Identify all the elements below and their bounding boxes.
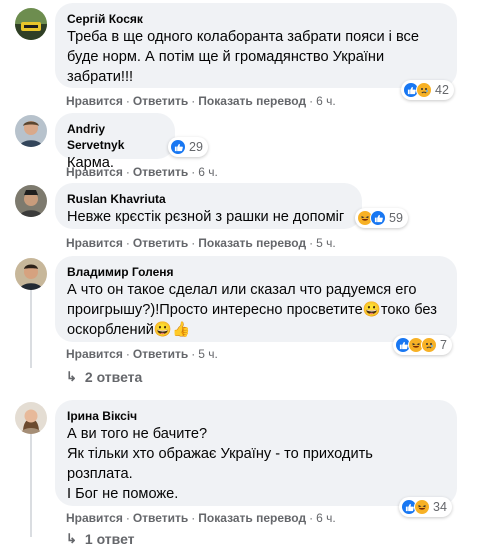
comment-text: Невже крєстік рєзной з рашки не допоміг (67, 209, 345, 225)
comment-bubble: Andriy Servetnyk Карма. (55, 113, 175, 171)
reply-link[interactable]: Ответить (133, 347, 188, 361)
comment-actions: Нравится · Ответить · 5 ч. (66, 347, 218, 361)
comment-bubble: Ruslan Khavriuta Невже крєстік рєзной з … (55, 183, 362, 229)
reply-link[interactable]: Ответить (133, 165, 188, 179)
reply-link[interactable]: Ответить (133, 511, 188, 525)
comment-actions: Нравится · Ответить · 6 ч. (66, 165, 218, 179)
show-translation-link[interactable]: Показать перевод (198, 511, 306, 525)
like-link[interactable]: Нравится (66, 94, 123, 108)
comment-author[interactable]: Ruslan Khavriuta (67, 191, 350, 207)
show-translation-link[interactable]: Показать перевод (198, 94, 306, 108)
sad-reaction-icon (416, 82, 432, 98)
comment-text: А ви того не бачите? Як тільки хто ображ… (67, 426, 373, 502)
like-reaction-icon (170, 139, 186, 155)
reaction-count: 29 (189, 140, 203, 154)
replies-count[interactable]: 1 ответ (85, 531, 135, 547)
sad-reaction-icon (421, 337, 437, 353)
like-link[interactable]: Нравится (66, 347, 123, 361)
avatar[interactable] (15, 115, 47, 147)
comment-bubble: Ірина Віксіч А ви того не бачите? Як тіл… (55, 400, 457, 506)
view-replies-link[interactable]: ↳ 1 ответ (66, 531, 135, 547)
replies-count[interactable]: 2 ответа (85, 369, 142, 385)
reactions-summary[interactable]: 59 (355, 208, 408, 228)
comment-text: А что он такое сделал или сказал что рад… (67, 282, 437, 338)
thread-line (30, 288, 32, 368)
comment-author[interactable]: Andriy Servetnyk (67, 121, 163, 153)
avatar[interactable] (15, 8, 47, 40)
reply-arrow-icon: ↳ (66, 531, 77, 546)
like-link[interactable]: Нравится (66, 165, 123, 179)
avatar[interactable] (15, 185, 47, 217)
comment-author[interactable]: Сергій Косяк (67, 11, 445, 27)
reaction-count: 42 (435, 83, 449, 97)
show-translation-link[interactable]: Показать перевод (198, 236, 306, 250)
timestamp[interactable]: 5 ч. (198, 347, 218, 361)
comment-bubble: Владимир Голеня А что он такое сделал ил… (55, 256, 457, 342)
comment-bubble: Сергій Косяк Треба в ще одного колаборан… (55, 3, 457, 88)
reply-arrow-icon: ↳ (66, 369, 77, 384)
reaction-count: 59 (389, 211, 403, 225)
comment-actions: Нравится · Ответить · Показать перевод · 6 ч. (66, 511, 336, 525)
comment-actions: Нравится · Ответить · Показать перевод · 6 ч. (66, 94, 336, 108)
reactions-summary[interactable]: 42 (401, 80, 454, 100)
avatar[interactable] (15, 402, 47, 434)
reactions-summary[interactable]: 34 (399, 497, 452, 517)
avatar[interactable] (15, 258, 47, 290)
reply-link[interactable]: Ответить (133, 94, 188, 108)
timestamp[interactable]: 6 ч. (198, 165, 218, 179)
comment-actions: Нравится · Ответить · Показать перевод · 5 ч. (66, 236, 336, 250)
reply-link[interactable]: Ответить (133, 236, 188, 250)
timestamp[interactable]: 5 ч. (316, 236, 336, 250)
thread-line (30, 432, 32, 537)
comment-author[interactable]: Владимир Голеня (67, 264, 445, 280)
reaction-count: 34 (433, 500, 447, 514)
haha-reaction-icon (414, 499, 430, 515)
reaction-count: 7 (440, 338, 447, 352)
like-reaction-icon (370, 210, 386, 226)
comment-author[interactable]: Ірина Віксіч (67, 408, 445, 424)
reactions-summary[interactable]: 7 (393, 335, 452, 355)
timestamp[interactable]: 6 ч. (316, 511, 336, 525)
comment-text: Треба в ще одного колаборанта забрати по… (67, 29, 419, 85)
like-link[interactable]: Нравится (66, 236, 123, 250)
timestamp[interactable]: 6 ч. (316, 94, 336, 108)
reactions-summary[interactable]: 29 (168, 137, 208, 157)
view-replies-link[interactable]: ↳ 2 ответа (66, 369, 142, 385)
like-link[interactable]: Нравится (66, 511, 123, 525)
